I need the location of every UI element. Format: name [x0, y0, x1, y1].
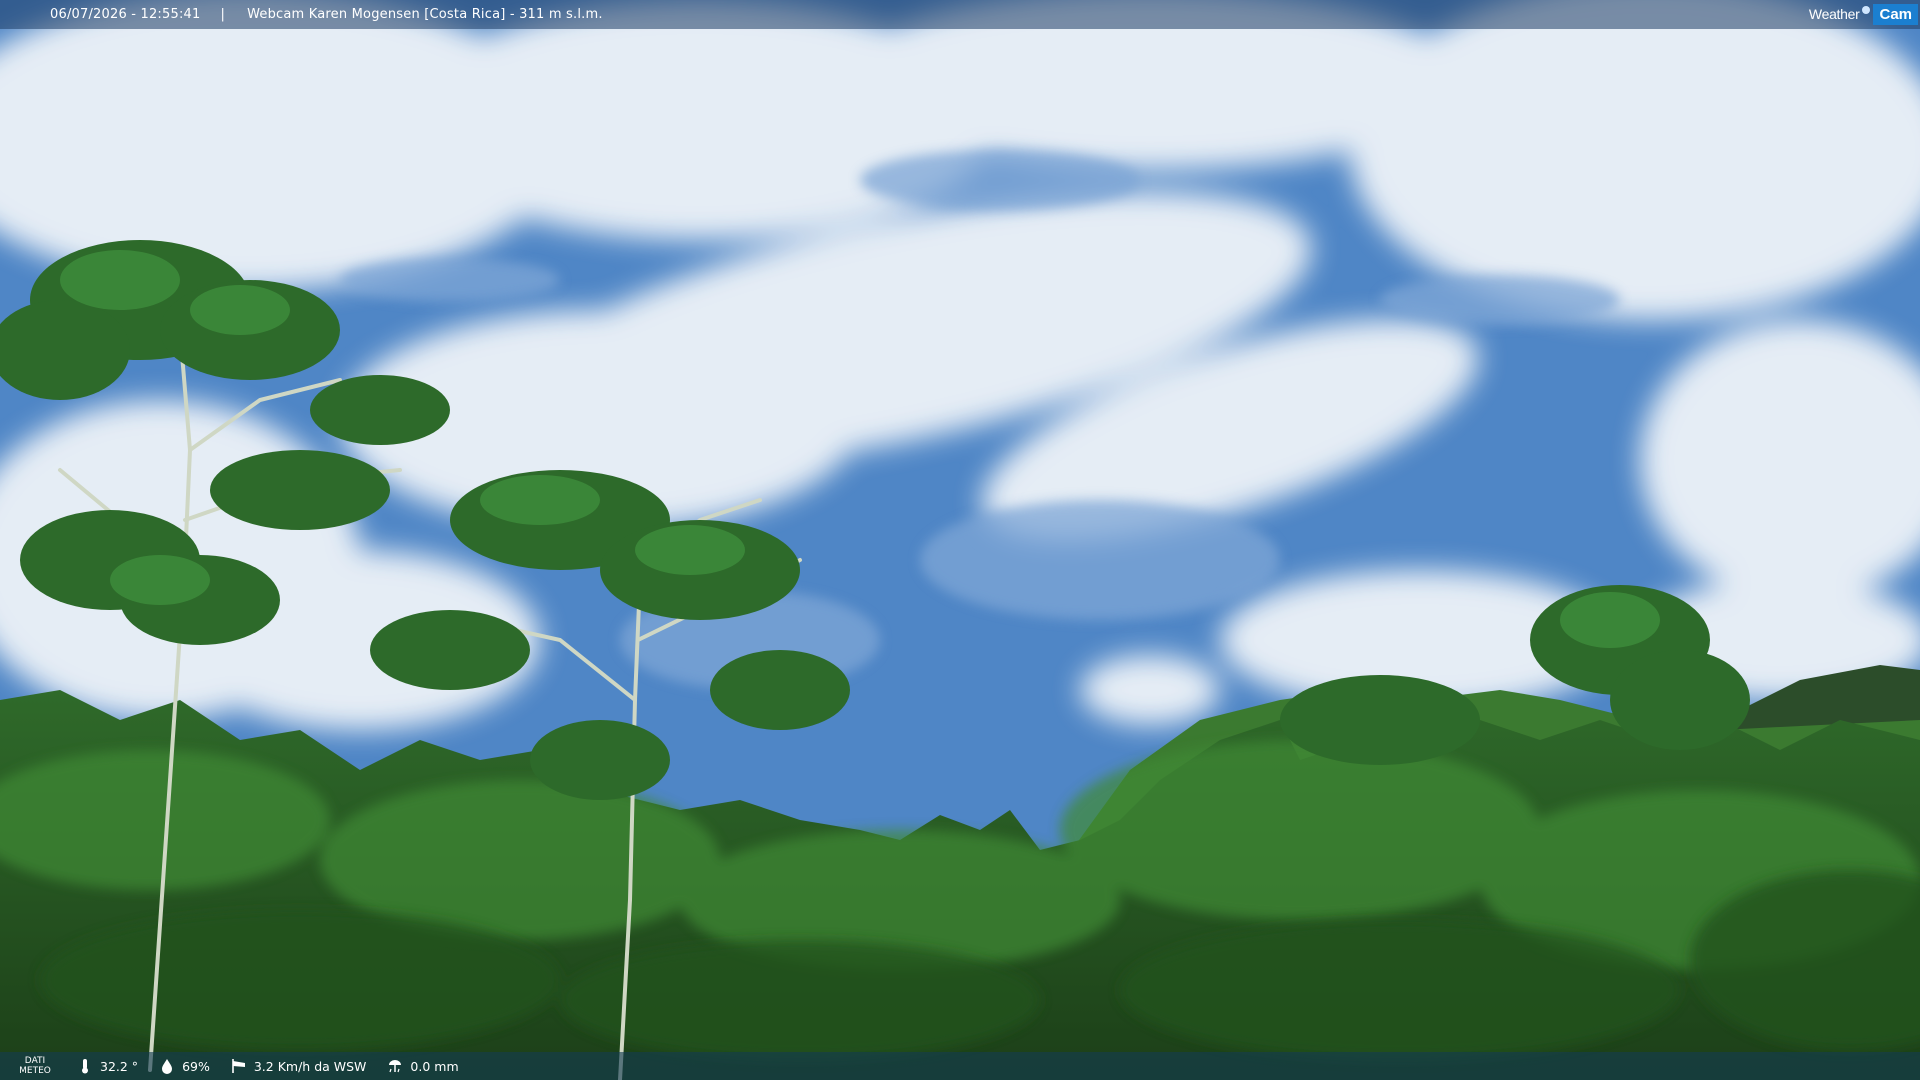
weather-data-bar: DATI METEO 32.2 ° 69% 3.2 Km/h da WSW 0.…: [0, 1052, 1920, 1080]
meteo-data-label: DATI METEO: [0, 1056, 70, 1076]
wind-value: 3.2 Km/h da WSW: [253, 1058, 367, 1074]
humidity-stat: 69%: [158, 1057, 210, 1075]
temperature-value: 32.2 °: [100, 1058, 139, 1074]
humidity-value: 69%: [182, 1058, 210, 1074]
webcam-title: Webcam Karen Mogensen [Costa Rica] - 311…: [247, 7, 603, 22]
rain-value: 0.0 mm: [410, 1058, 459, 1074]
capture-datetime: 06/07/2026 - 12:55:41: [50, 7, 201, 22]
meteo-label-line1: DATI: [24, 1056, 46, 1066]
windsock-icon: [230, 1057, 248, 1075]
header-separator: |: [220, 7, 226, 22]
meteo-label-line2: METEO: [19, 1066, 51, 1076]
humidity-drop-icon: [158, 1057, 176, 1075]
webcam-image: [0, 0, 1920, 1080]
logo-weather-text: Weather: [1808, 6, 1860, 22]
rain-stat: 0.0 mm: [386, 1057, 459, 1075]
thermometer-icon: [76, 1057, 94, 1075]
weathercam-logo: Weather Cam: [1803, 2, 1918, 26]
rain-gauge-icon: [386, 1057, 404, 1075]
wind-stat: 3.2 Km/h da WSW: [230, 1057, 367, 1075]
webcam-frame: 06/07/2026 - 12:55:41 | Webcam Karen Mog…: [0, 0, 1920, 1080]
logo-sun-icon: [1862, 6, 1871, 14]
temperature-stat: 32.2 °: [76, 1057, 138, 1075]
logo-cam-text: Cam: [1873, 3, 1918, 25]
webcam-header-bar: 06/07/2026 - 12:55:41 | Webcam Karen Mog…: [0, 0, 1920, 29]
